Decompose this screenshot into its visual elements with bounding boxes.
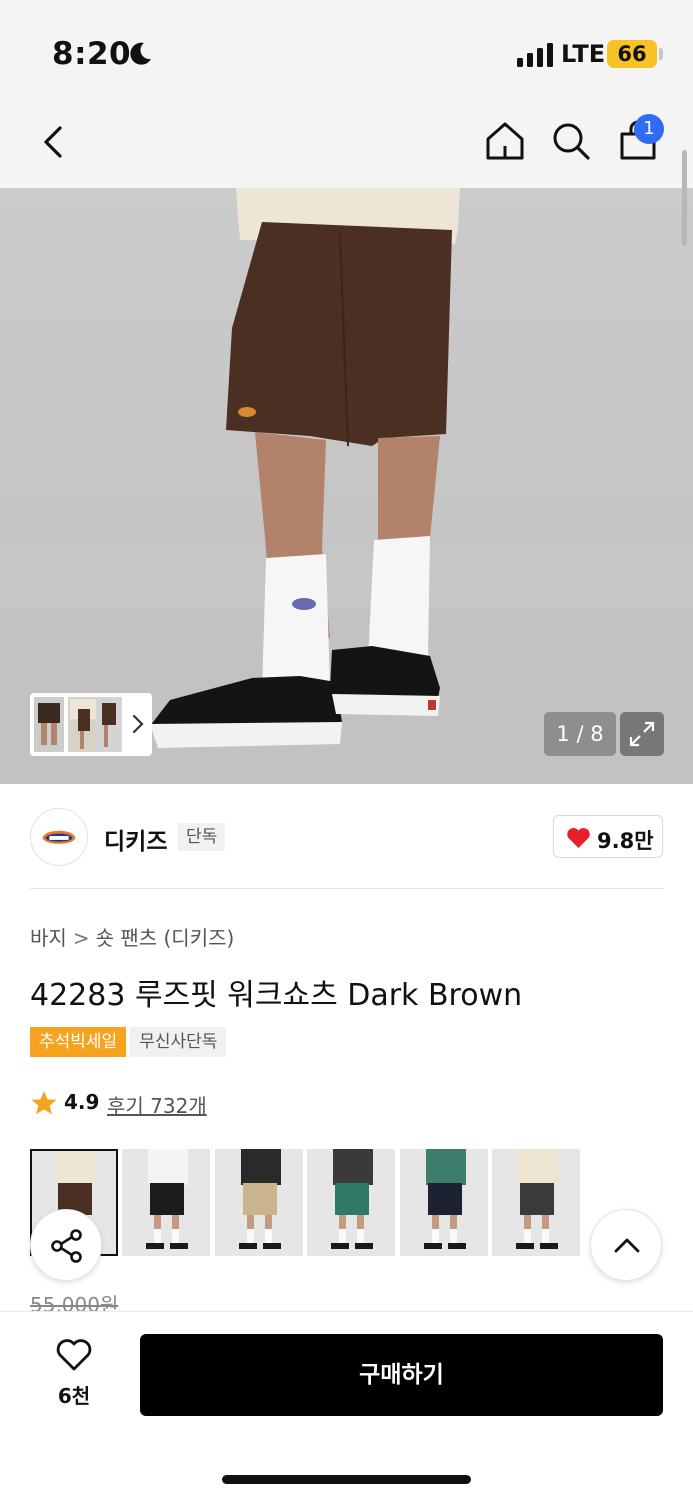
exclusive-tag: 무신사단독 [130,1027,227,1057]
battery-tip [659,48,663,60]
gallery-thumb-1[interactable] [34,697,64,752]
search-icon[interactable] [550,120,592,162]
status-bar: 8:20 LTE 66 [0,0,693,100]
battery-icon: 66 [607,40,657,68]
product-tags: 추석빅세일 무신사단독 [30,1027,227,1057]
divider [30,888,663,889]
color-swatch-khaki[interactable] [214,1149,303,1256]
top-nav: 1 [0,100,693,188]
buy-button[interactable]: 구매하기 [140,1334,663,1416]
breadcrumb: 바지 > 숏 팬츠 (디키즈) [30,922,234,951]
moon-icon [130,42,151,65]
brand-like-count: 9.8만 [597,829,654,853]
heart-filled-icon [567,828,590,848]
share-icon [51,1229,82,1263]
scroll-to-top-button[interactable] [590,1209,662,1281]
color-swatch-charcoal[interactable] [492,1149,580,1256]
gallery-thumb-3[interactable] [96,697,122,752]
breadcrumb-category[interactable]: 바지 [30,926,67,950]
product-title: 42283 루즈핏 워크쇼츠 Dark Brown [30,978,523,1013]
breadcrumb-subcategory[interactable]: 숏 팬츠 (디키즈) [96,926,235,950]
star-icon [31,1091,57,1115]
back-arrow-icon[interactable] [34,120,74,164]
exclusive-badge: 단독 [178,823,226,851]
signal-icon [517,43,553,67]
breadcrumb-separator: > [72,926,90,950]
home-icon[interactable] [484,120,526,162]
wishlist-count: 6천 [57,1384,91,1408]
share-button[interactable] [30,1209,102,1281]
brand-like-button[interactable]: 9.8만 [553,815,663,858]
sale-tag: 추석빅세일 [30,1027,127,1057]
color-swatch-navy[interactable] [399,1149,488,1256]
image-counter: 1 / 8 [544,712,616,756]
gallery-thumb-2[interactable] [68,697,98,752]
brand-row: 디키즈 단독 9.8만 [0,786,693,888]
color-swatch-image [214,1149,303,1256]
cart-count-badge: 1 [634,114,664,144]
chevron-up-icon [614,1238,640,1253]
brand-name[interactable]: 디키즈 [104,822,167,856]
wishlist-button[interactable]: 6천 [44,1338,104,1408]
expand-icon[interactable] [620,712,664,756]
scroll-indicator [682,150,687,246]
bottom-action-bar: 6천 구매하기 [0,1311,693,1500]
product-image-gallery[interactable]: 1 / 8 [0,188,693,784]
color-swatch-black[interactable] [122,1149,211,1256]
color-swatch-green[interactable] [307,1149,396,1256]
rating-score: 4.9 [64,1090,100,1114]
reviews-link[interactable]: 후기 732개 [107,1090,207,1119]
network-label: LTE [561,40,606,68]
status-time: 8:20 [52,36,132,72]
gallery-thumbnail-strip[interactable] [30,693,152,756]
color-swatch-image [399,1149,488,1256]
color-swatch-image [307,1149,396,1256]
home-indicator [222,1475,471,1484]
brand-logo[interactable] [30,808,88,866]
color-swatch-image [122,1149,211,1256]
chevron-right-icon[interactable] [130,713,146,735]
color-swatch-image [492,1149,580,1256]
heart-outline-icon [56,1339,92,1371]
